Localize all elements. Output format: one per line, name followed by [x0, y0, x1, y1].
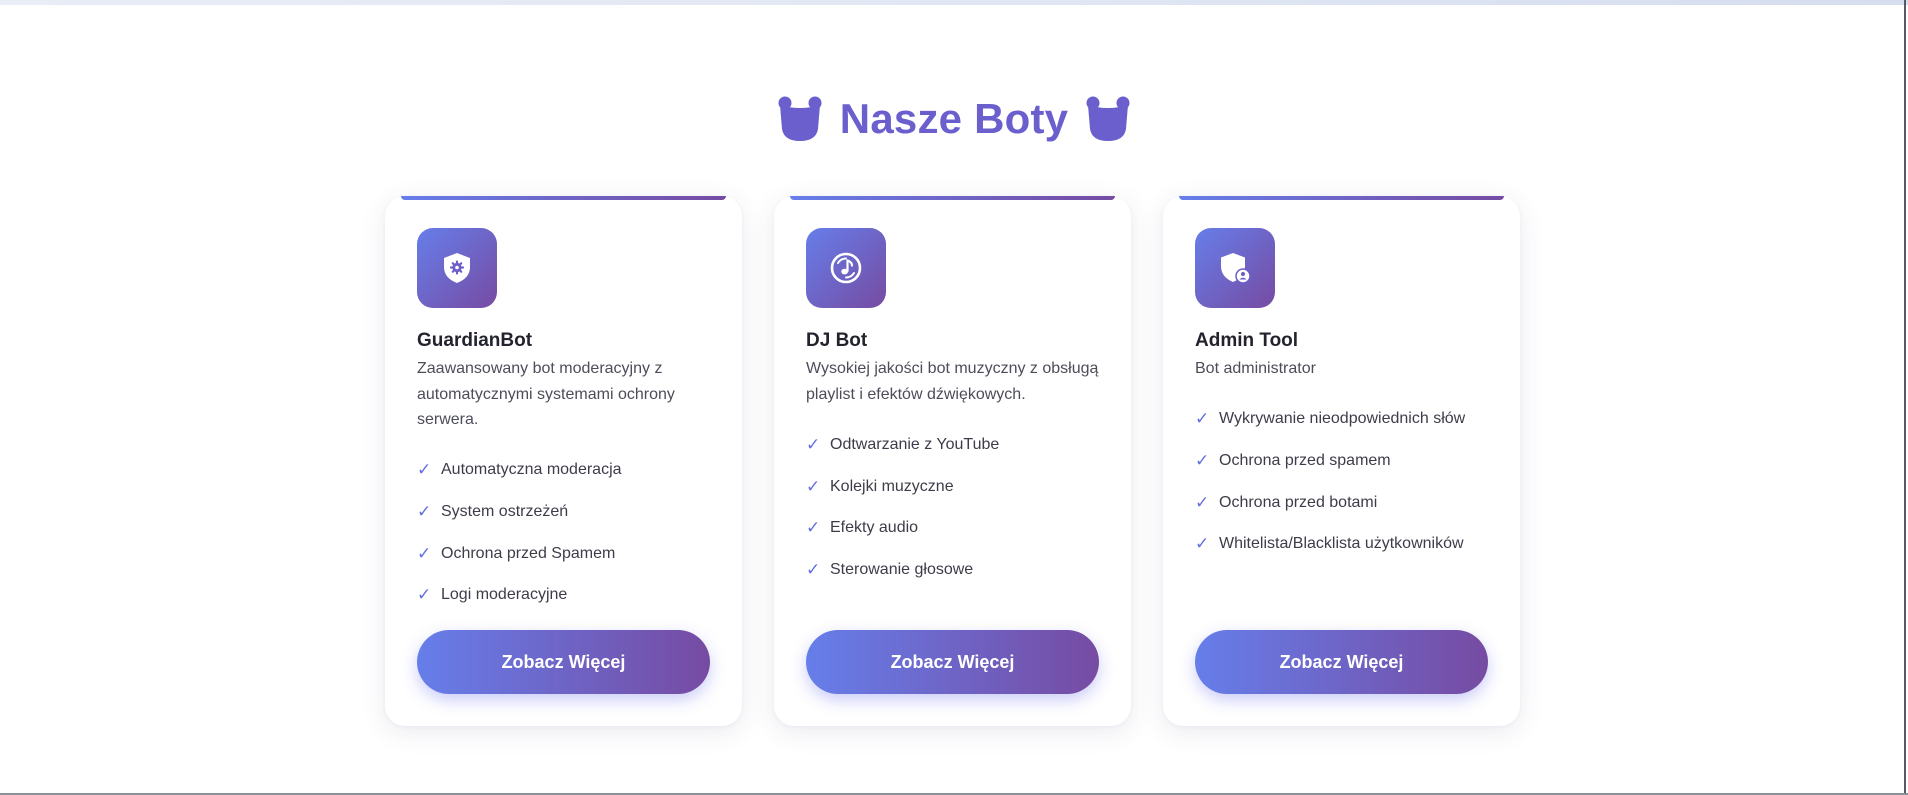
feature-label: System ostrzeżeń — [441, 503, 569, 521]
bot-icon-badge — [806, 228, 886, 308]
bot-card-guardianbot: GuardianBot Zaawansowany bot moderacyjny… — [385, 196, 742, 726]
shield-user-icon — [1217, 250, 1253, 286]
feature-label: Automatyczna moderacja — [441, 461, 622, 479]
see-more-button[interactable]: Zobacz Więcej — [417, 630, 710, 694]
check-icon: ✓ — [417, 460, 432, 480]
feature-label: Whitelista/Blacklista użytkowników — [1219, 535, 1464, 553]
check-icon: ✓ — [806, 518, 821, 538]
check-icon: ✓ — [1195, 451, 1210, 471]
feature-label: Kolejki muzyczne — [830, 477, 954, 495]
feature-item: ✓ Logi moderacyjne — [417, 575, 710, 617]
feature-item: ✓ Sterowanie głosowe — [806, 549, 1099, 591]
bot-name: Admin Tool — [1195, 330, 1299, 351]
robot-icon — [1084, 95, 1132, 143]
check-icon: ✓ — [417, 502, 432, 522]
bot-name: DJ Bot — [806, 330, 868, 351]
feature-label: Logi moderacyjne — [441, 586, 568, 604]
feature-item: ✓ Odtwarzanie z YouTube — [806, 424, 1099, 466]
see-more-button[interactable]: Zobacz Więcej — [806, 630, 1099, 694]
check-icon: ✓ — [806, 476, 821, 496]
bot-card-admin-tool: Admin Tool Bot administrator ✓ Wykrywani… — [1163, 196, 1520, 726]
check-icon: ✓ — [1195, 492, 1210, 512]
page-top-strip — [0, 0, 1908, 5]
feature-list: ✓ Odtwarzanie z YouTube ✓ Kolejki muzycz… — [806, 424, 1099, 591]
check-icon: ✓ — [417, 543, 432, 563]
see-more-button[interactable]: Zobacz Więcej — [1195, 630, 1488, 694]
feature-list: ✓ Wykrywanie nieodpowiednich słów ✓ Ochr… — [1195, 399, 1488, 566]
feature-label: Ochrona przed spamem — [1219, 452, 1391, 470]
check-icon: ✓ — [1195, 409, 1210, 429]
bot-description: Bot administrator — [1195, 360, 1316, 377]
feature-item: ✓ Ochrona przed spamem — [1195, 440, 1488, 482]
section-heading: Nasze Boty — [0, 88, 1908, 150]
section-title: Nasze Boty — [839, 95, 1069, 142]
feature-list: ✓ Automatyczna moderacja ✓ System ostrze… — [417, 450, 710, 617]
feature-item: ✓ Ochrona przed botami — [1195, 482, 1488, 524]
bot-card-dj-bot: DJ Bot Wysokiej jakości bot muzyczny z o… — [774, 196, 1131, 726]
feature-item: ✓ Kolejki muzyczne — [806, 466, 1099, 508]
shield-gear-icon — [439, 250, 475, 286]
check-icon: ✓ — [417, 585, 432, 605]
music-disc-icon — [828, 250, 864, 286]
bot-icon-badge — [417, 228, 497, 308]
feature-label: Ochrona przed Spamem — [441, 544, 616, 562]
feature-label: Odtwarzanie z YouTube — [830, 435, 1000, 453]
feature-item: ✓ Wykrywanie nieodpowiednich słów — [1195, 399, 1488, 441]
robot-icon — [776, 95, 824, 143]
check-icon: ✓ — [806, 559, 821, 579]
bot-description: Wysokiej jakości bot muzyczny z obsługą … — [806, 360, 1099, 403]
check-icon: ✓ — [806, 434, 821, 454]
feature-label: Wykrywanie nieodpowiednich słów — [1219, 410, 1466, 428]
feature-label: Sterowanie głosowe — [830, 560, 974, 578]
bot-name: GuardianBot — [417, 330, 533, 351]
feature-item: ✓ Automatyczna moderacja — [417, 450, 710, 492]
feature-label: Efekty audio — [830, 519, 919, 537]
feature-item: ✓ Whitelista/Blacklista użytkowników — [1195, 524, 1488, 566]
feature-label: Ochrona przed botami — [1219, 493, 1378, 511]
bot-icon-badge — [1195, 228, 1275, 308]
bot-description: Zaawansowany bot moderacyjny z automatyc… — [417, 360, 675, 428]
feature-item: ✓ Ochrona przed Spamem — [417, 533, 710, 575]
check-icon: ✓ — [1195, 534, 1210, 554]
feature-item: ✓ Efekty audio — [806, 507, 1099, 549]
feature-item: ✓ System ostrzeżeń — [417, 491, 710, 533]
